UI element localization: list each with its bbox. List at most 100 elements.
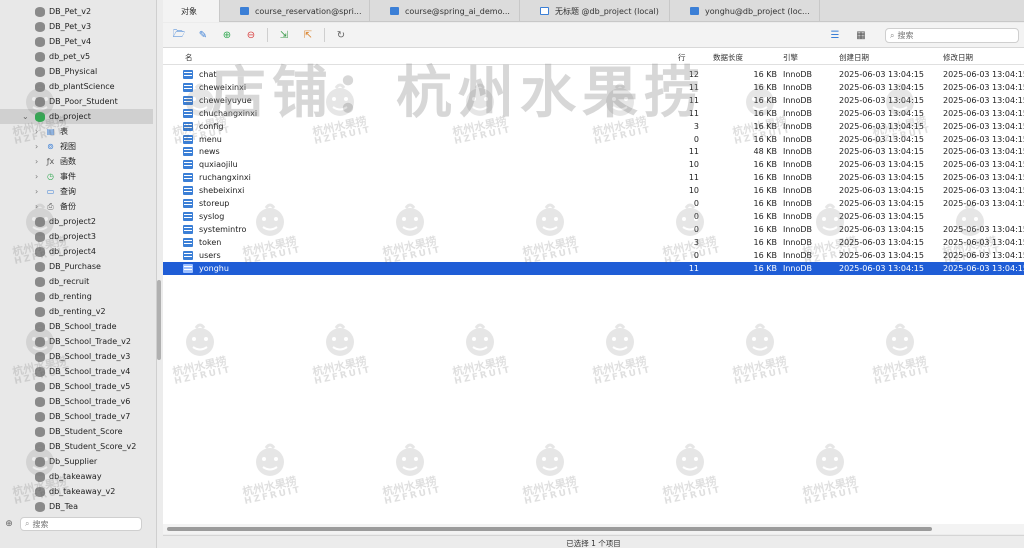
table-row[interactable]: token 3 16 KB InnoDB 2025-06-03 13:04:15 2025… xyxy=(163,236,1024,249)
new-table-icon[interactable]: ⊕ xyxy=(219,27,235,43)
sidebar-db-item[interactable]: db_renting xyxy=(0,289,153,304)
created-date-cell: 2025-06-03 13:04:15 xyxy=(839,224,924,234)
database-icon xyxy=(35,6,45,17)
table-row[interactable]: menu 0 16 KB InnoDB 2025-06-03 13:04:15 2025-… xyxy=(163,133,1024,146)
table-row[interactable]: ruchangxinxi 11 16 KB InnoDB 2025-06-03 13:0… xyxy=(163,171,1024,184)
refresh-icon[interactable]: ↻ xyxy=(333,27,349,43)
object-search-field[interactable]: ⌕ xyxy=(885,28,1019,43)
sidebar-db-item[interactable]: Db_Supplier xyxy=(0,454,153,469)
column-header-rows[interactable]: 行 xyxy=(678,52,686,63)
horizontal-scrollbar[interactable] xyxy=(163,524,1024,534)
sidebar-scrollbar[interactable] xyxy=(157,280,161,360)
chevron-right-icon[interactable]: › xyxy=(35,202,45,211)
modified-date-cell: 2025-06-03 13:04:15 xyxy=(943,263,1024,273)
sidebar-object-group[interactable]: › ⊚ 视图 xyxy=(0,139,153,154)
sidebar-db-item[interactable]: db_project3 xyxy=(0,229,153,244)
delete-table-icon[interactable]: ⊖ xyxy=(243,27,259,43)
sidebar-db-item[interactable]: DB_Pet_v2 xyxy=(0,4,153,19)
column-header-data-length[interactable]: 数据长度 xyxy=(713,52,743,63)
sidebar-object-group[interactable]: › ◷ 事件 xyxy=(0,169,153,184)
sidebar-db-item[interactable]: DB_Pet_v4 xyxy=(0,34,153,49)
tab-yonghu[interactable]: yonghu@db_project (loc... xyxy=(670,0,820,22)
sidebar-db-label: DB_Student_Score_v2 xyxy=(49,442,137,451)
sidebar-db-item[interactable]: DB_Tea xyxy=(0,499,153,514)
status-text: 已选择 1 个项目 xyxy=(566,539,621,548)
table-row[interactable]: yonghu 11 16 KB InnoDB 2025-06-03 13:04:15 20… xyxy=(163,261,1024,275)
sidebar-db-item[interactable]: DB_School_Trade_v2 xyxy=(0,334,153,349)
table-row[interactable]: config 3 16 KB InnoDB 2025-06-03 13:04:15 202… xyxy=(163,120,1024,133)
chevron-down-icon[interactable]: ⌄ xyxy=(22,112,29,121)
chevron-right-icon[interactable]: › xyxy=(35,127,45,136)
sidebar-db-item[interactable]: DB_School_trade xyxy=(0,319,153,334)
table-row[interactable]: chat 12 16 KB InnoDB 2025-06-03 13:04:15 2025… xyxy=(163,68,1024,81)
sidebar-object-group[interactable]: › ▤ 表 xyxy=(0,124,153,139)
table-row[interactable]: shebeixinxi 10 16 KB InnoDB 2025-06-03 13:04… xyxy=(163,184,1024,197)
export-icon[interactable]: ⇱ xyxy=(300,27,316,43)
sidebar-db-item[interactable]: DB_School_trade_v4 xyxy=(0,364,153,379)
sidebar-db-item[interactable]: db_takeaway xyxy=(0,469,153,484)
sidebar-search-input[interactable] xyxy=(32,519,133,529)
grid-view-icon[interactable]: ▦ xyxy=(853,28,869,42)
table-name-cell: syslog xyxy=(199,211,225,221)
table-row[interactable]: cheweiyuyue 11 16 KB InnoDB 2025-06-03 13:04… xyxy=(163,94,1024,107)
tab-untitled-query[interactable]: 无标题 @db_project (local) xyxy=(520,0,670,22)
sidebar-db-item[interactable]: db_project2 xyxy=(0,214,153,229)
sidebar-db-item[interactable]: db_project4 xyxy=(0,244,153,259)
sidebar-db-item[interactable]: DB_School_trade_v7 xyxy=(0,409,153,424)
table-row[interactable]: chuchangxinxi 11 16 KB InnoDB 2025-06-03 13:… xyxy=(163,107,1024,120)
scrollbar-thumb[interactable] xyxy=(167,527,932,531)
sidebar-db-item[interactable]: DB_School_trade_v5 xyxy=(0,379,153,394)
table-name-cell: quxiaojilu xyxy=(199,160,238,170)
object-search-input[interactable] xyxy=(897,31,1008,40)
import-icon[interactable]: ⇲ xyxy=(276,27,292,43)
sidebar-db-item[interactable]: db_takeaway_v2 xyxy=(0,484,153,499)
sidebar-object-group[interactable]: › ⎙ 备份 xyxy=(0,199,153,214)
design-table-icon[interactable]: ✎ xyxy=(195,27,211,43)
sidebar-db-item[interactable]: DB_Pet_v3 xyxy=(0,19,153,34)
table-row[interactable]: syslog 0 16 KB InnoDB 2025-06-03 13:04:15 xyxy=(163,210,1024,223)
sidebar-db-item[interactable]: DB_Poor_Student xyxy=(0,94,153,109)
list-view-icon[interactable]: ☰ xyxy=(827,28,843,42)
tab-objects[interactable]: 对象 xyxy=(163,0,220,22)
chevron-right-icon[interactable]: › xyxy=(35,142,45,151)
column-header-name[interactable]: 名 xyxy=(185,52,193,63)
table-icon xyxy=(183,186,193,196)
sidebar-db-item[interactable]: db_plantScience xyxy=(0,79,153,94)
table-row[interactable]: news 11 48 KB InnoDB 2025-06-03 13:04:15 2025… xyxy=(163,145,1024,158)
table-row[interactable]: storeup 0 16 KB InnoDB 2025-06-03 13:04:15 20… xyxy=(163,197,1024,210)
table-row[interactable]: users 0 16 KB InnoDB 2025-06-03 13:04:15 2025… xyxy=(163,249,1024,262)
database-icon xyxy=(35,276,45,287)
column-header-created[interactable]: 创建日期 xyxy=(839,52,869,63)
chevron-right-icon[interactable]: › xyxy=(35,187,45,196)
sidebar-db-item[interactable]: db_pet_v5 xyxy=(0,49,153,64)
sidebar-db-item[interactable]: ⌄ db_project xyxy=(0,109,153,124)
add-connection-icon[interactable]: ⊕ xyxy=(4,519,14,529)
tab-course[interactable]: course@spring_ai_demo... xyxy=(370,0,520,22)
table-row[interactable]: cheweixinxi 11 16 KB InnoDB 2025-06-03 13:04… xyxy=(163,81,1024,94)
table-row[interactable]: systemintro 0 16 KB InnoDB 2025-06-03 13:04:… xyxy=(163,223,1024,236)
sidebar-db-item[interactable]: DB_School_trade_v6 xyxy=(0,394,153,409)
sidebar-search-field[interactable]: ⌕ xyxy=(20,517,142,531)
sidebar-db-item[interactable]: DB_Student_Score_v2 xyxy=(0,439,153,454)
sidebar-db-item[interactable]: db_renting_v2 xyxy=(0,304,153,319)
column-header-engine[interactable]: 引擎 xyxy=(783,52,798,63)
open-table-icon[interactable]: 🗁 xyxy=(171,27,187,43)
sidebar-db-item[interactable]: DB_Purchase xyxy=(0,259,153,274)
chevron-right-icon[interactable]: › xyxy=(35,157,45,166)
table-row[interactable]: quxiaojilu 10 16 KB InnoDB 2025-06-03 13:04:… xyxy=(163,158,1024,171)
tab-course-reservation[interactable]: course_reservation@spri... xyxy=(220,0,370,22)
engine-cell: InnoDB xyxy=(783,199,813,208)
sidebar-db-item[interactable]: DB_Student_Score xyxy=(0,424,153,439)
sidebar-object-group[interactable]: › ƒx 函数 xyxy=(0,154,153,169)
database-icon xyxy=(35,66,45,77)
chevron-right-icon[interactable]: › xyxy=(35,172,45,181)
engine-cell: InnoDB xyxy=(783,134,813,144)
sidebar-db-item[interactable]: DB_School_trade_v3 xyxy=(0,349,153,364)
backup-icon: ⎙ xyxy=(47,201,54,211)
sidebar-db-item[interactable]: db_recruit xyxy=(0,274,153,289)
column-header-modified[interactable]: 修改日期 xyxy=(943,52,973,63)
data-length-cell: 16 KB xyxy=(753,173,777,183)
sidebar-object-group[interactable]: › ▭ 查询 xyxy=(0,184,153,199)
event-icon: ◷ xyxy=(47,172,54,181)
sidebar-db-item[interactable]: DB_Physical xyxy=(0,64,153,79)
